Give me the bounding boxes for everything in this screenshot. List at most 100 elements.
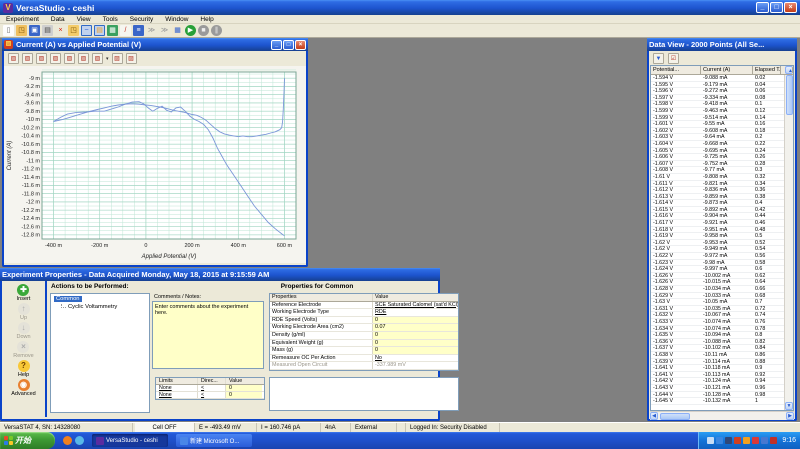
data-view-body[interactable]: -1.594 V-9.088 mA0.02-1.595 V-9.179 mA0.… (651, 75, 793, 410)
close-button[interactable]: × (784, 2, 797, 13)
actions-tree[interactable]: Common Cyclic Voltammetry (50, 293, 150, 413)
run-icon[interactable]: ▶ (185, 25, 196, 36)
scale-xy-icon[interactable]: ▨ (50, 53, 61, 64)
table-row[interactable]: -1.612 V-9.836 mA0.36 (651, 187, 793, 194)
select-columns-icon[interactable]: ☑ (668, 53, 679, 64)
desktop-icon[interactable] (75, 436, 84, 445)
taskbar-clock[interactable]: 9:16 (782, 437, 796, 444)
column-header[interactable]: Current (A) (701, 66, 753, 74)
table-row[interactable]: -1.611 V-9.821 mA0.34 (651, 181, 793, 188)
antivirus-icon[interactable] (770, 437, 777, 444)
chart-plot-area[interactable]: -400 m-200 m0200 m400 m600 m-9 m-9.2 m-9… (4, 66, 306, 263)
minimize-button[interactable]: _ (756, 2, 769, 13)
menu-view[interactable]: View (71, 16, 97, 23)
filter-icon[interactable]: ▼ (653, 53, 664, 64)
table-row[interactable]: -1.62 V-9.953 mA0.52 (651, 240, 793, 247)
stop-icon[interactable]: ■ (198, 25, 209, 36)
insert-button[interactable]: ✚Insert (17, 284, 31, 302)
table-row[interactable]: -1.597 V-9.334 mA0.08 (651, 95, 793, 102)
hscroll-thumb[interactable] (660, 413, 690, 420)
properties-titlebar[interactable]: Experiment Properties - Data Acquired Mo… (0, 268, 440, 281)
property-row[interactable]: Reference ElectrodeSCE Saturated Calomel… (270, 302, 458, 310)
zoom-box-icon[interactable]: ▨ (78, 53, 89, 64)
table-row[interactable]: -1.599 V-9.514 mA0.14 (651, 115, 793, 122)
chart-close-button[interactable]: × (295, 40, 306, 50)
media-icon[interactable] (716, 437, 723, 444)
table-row[interactable]: -1.62 V-9.949 mA0.54 (651, 246, 793, 253)
property-row[interactable]: RDE Speed (Volts)0 (270, 317, 458, 325)
browser-icon[interactable] (63, 436, 72, 445)
table-row[interactable]: -1.599 V-9.463 mA0.12 (651, 108, 793, 115)
column-header[interactable]: Potential... (651, 66, 701, 74)
advanced-button[interactable]: ◉Advanced (11, 379, 35, 397)
scroll-up-icon[interactable]: ▲ (785, 66, 793, 74)
table-row[interactable]: -1.613 V-9.859 mA0.38 (651, 194, 793, 201)
table-row[interactable]: -1.603 V-9.64 mA0.2 (651, 134, 793, 141)
fit-tool-icon[interactable]: / (120, 25, 131, 36)
browse-folder-icon[interactable]: ◳ (68, 25, 79, 36)
table-row[interactable]: -1.596 V-9.272 mA0.06 (651, 88, 793, 95)
list-view-icon[interactable]: ≡ (133, 25, 144, 36)
scale-y-icon[interactable]: ▨ (36, 53, 47, 64)
rerun-all-icon[interactable]: ≫ (159, 25, 170, 36)
task-button-0[interactable]: VersaStudio - ceshi (92, 434, 168, 447)
task-button-1[interactable]: 新建 Microsoft O... (176, 434, 252, 447)
table-row[interactable]: -1.641 V-10.118 mA0.9 (651, 365, 793, 372)
hide-icons-icon[interactable] (707, 437, 714, 444)
table-row[interactable]: -1.643 V-10.121 mA0.96 (651, 385, 793, 392)
scroll-down-icon[interactable]: ▼ (785, 402, 793, 410)
table-row[interactable]: -1.617 V-9.921 mA0.46 (651, 220, 793, 227)
menu-help[interactable]: Help (194, 16, 219, 23)
print-icon[interactable]: ▤ (42, 25, 53, 36)
property-row[interactable]: Working Electrode Area (cm2)0.07 (270, 324, 458, 332)
chart-maximize-button[interactable]: □ (283, 40, 294, 50)
table-row[interactable]: -1.636 V-10.088 mA0.82 (651, 339, 793, 346)
table-row[interactable]: -1.615 V-9.892 mA0.42 (651, 207, 793, 214)
device-icon[interactable] (725, 437, 732, 444)
sound-icon[interactable] (734, 437, 741, 444)
graph-view-icon[interactable]: ~ (81, 25, 92, 36)
property-row[interactable]: Working Electrode TypeRDE (270, 309, 458, 317)
line-style-icon[interactable]: ▨ (112, 53, 123, 64)
table-row[interactable]: -1.632 V-10.067 mA0.74 (651, 312, 793, 319)
vscroll-thumb[interactable] (786, 75, 793, 115)
table-row[interactable]: -1.618 V-9.951 mA0.48 (651, 227, 793, 234)
data-view-header-row[interactable]: Potential...Current (A)Elapsed T... ▲ (651, 66, 793, 75)
data-view-icon[interactable]: ▤ (94, 25, 105, 36)
table-row[interactable]: -1.628 V-10.034 mA0.66 (651, 286, 793, 293)
table-row[interactable]: -1.635 V-10.094 mA0.8 (651, 332, 793, 339)
zoom-in-icon[interactable]: ▨ (64, 53, 75, 64)
property-row[interactable]: Equivalent Weight (g)0 (270, 340, 458, 348)
scroll-left-icon[interactable]: ◀ (650, 412, 658, 420)
tree-item-common[interactable]: Common (54, 296, 82, 302)
table-row[interactable]: -1.605 V-9.695 mA0.24 (651, 148, 793, 155)
table-row[interactable]: -1.61 V-9.808 mA0.32 (651, 174, 793, 181)
maximize-button[interactable]: □ (770, 2, 783, 13)
scale-x-icon[interactable]: ▨ (22, 53, 33, 64)
help-button[interactable]: ?Help (18, 360, 30, 378)
table-row[interactable]: -1.595 V-9.179 mA0.04 (651, 82, 793, 89)
start-button[interactable]: 开始 (0, 432, 55, 449)
table-row[interactable]: -1.607 V-9.752 mA0.28 (651, 161, 793, 168)
property-row[interactable]: Remeasure OC Per ActionNo (270, 355, 458, 363)
table-row[interactable]: -1.622 V-9.972 mA0.56 (651, 253, 793, 260)
comments-textarea[interactable]: Enter comments about the experiment here… (152, 301, 264, 369)
table-row[interactable]: -1.614 V-9.873 mA0.4 (651, 200, 793, 207)
table-row[interactable]: -1.626 V-10.015 mA0.64 (651, 279, 793, 286)
table-row[interactable]: -1.598 V-9.418 mA0.1 (651, 101, 793, 108)
marker-style-icon[interactable]: ▨ (126, 53, 137, 64)
menu-data[interactable]: Data (45, 16, 71, 23)
table-row[interactable]: -1.606 V-9.725 mA0.26 (651, 154, 793, 161)
dropdown-caret-icon[interactable]: ▾ (106, 56, 109, 62)
scroll-right-icon[interactable]: ▶ (786, 412, 794, 420)
limits-row[interactable]: None<0 (156, 392, 264, 399)
table-row[interactable]: -1.637 V-10.102 mA0.84 (651, 345, 793, 352)
table-row[interactable]: -1.633 V-10.074 mA0.76 (651, 319, 793, 326)
table-icon[interactable]: ▦ (172, 25, 183, 36)
table-row[interactable]: -1.631 V-10.035 mA0.72 (651, 306, 793, 313)
column-header[interactable]: Elapsed T... (753, 66, 781, 74)
table-row[interactable]: -1.601 V-9.55 mA0.16 (651, 121, 793, 128)
menu-window[interactable]: Window (159, 16, 194, 23)
data-view-vscrollbar[interactable]: ▼ (784, 75, 793, 410)
table-row[interactable]: -1.623 V-9.98 mA0.58 (651, 260, 793, 267)
